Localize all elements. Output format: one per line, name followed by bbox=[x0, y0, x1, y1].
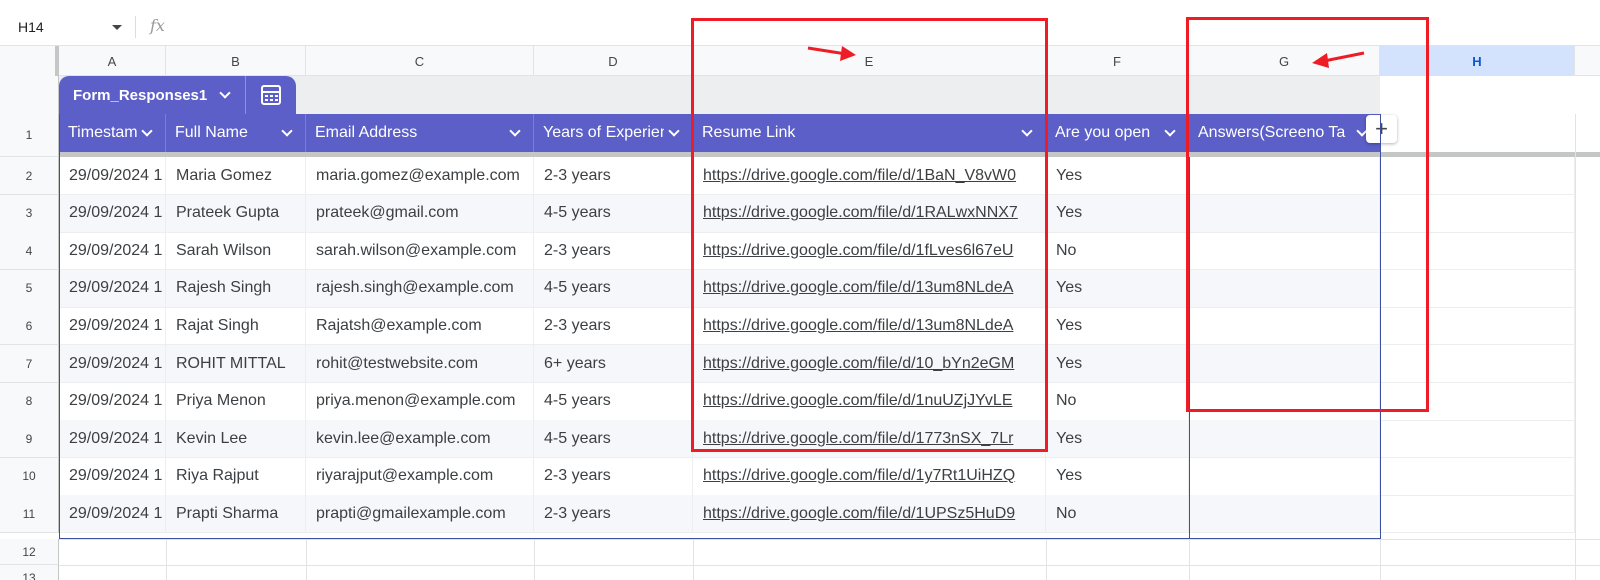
row-header-12[interactable]: 12 bbox=[0, 539, 59, 565]
row-header-13[interactable]: 13 bbox=[0, 565, 59, 580]
row-header-5[interactable]: 5 bbox=[0, 269, 59, 308]
gridline bbox=[166, 539, 167, 580]
gridline bbox=[59, 539, 1600, 540]
column-header-b[interactable]: B bbox=[166, 46, 306, 76]
annotation-box-column-e bbox=[691, 18, 1048, 452]
cell-empty[interactable] bbox=[1380, 495, 1575, 534]
gridline bbox=[306, 539, 307, 580]
calculator-icon[interactable] bbox=[246, 76, 296, 114]
fx-icon: fx bbox=[150, 16, 165, 35]
chevron-down-icon[interactable] bbox=[112, 24, 122, 30]
row-header-3[interactable]: 3 bbox=[0, 194, 59, 233]
row-header-8[interactable]: 8 bbox=[0, 382, 59, 421]
gridline bbox=[1380, 539, 1381, 580]
row-header-4[interactable]: 4 bbox=[0, 232, 59, 271]
gridline bbox=[1189, 539, 1190, 580]
row-header-2[interactable]: 2 bbox=[0, 157, 59, 195]
row-header-10[interactable]: 10 bbox=[0, 457, 59, 496]
cell-empty[interactable] bbox=[1380, 420, 1575, 459]
column-header-f[interactable]: F bbox=[1046, 46, 1189, 76]
column-header-c[interactable]: C bbox=[306, 46, 534, 76]
row-header-1[interactable]: 1 bbox=[0, 114, 59, 157]
gridline bbox=[693, 539, 694, 580]
gridline bbox=[59, 565, 1600, 566]
column-header-d[interactable]: D bbox=[534, 46, 693, 76]
formula-bar-divider bbox=[135, 16, 136, 38]
annotation-arrow-icon bbox=[807, 46, 856, 61]
table-name: Form_Responses1 bbox=[73, 86, 208, 104]
annotation-arrow-icon bbox=[1312, 51, 1365, 68]
row-header-9[interactable]: 9 bbox=[0, 420, 59, 459]
gridline bbox=[1046, 539, 1047, 580]
row-header-blank bbox=[0, 76, 59, 114]
row-header-11[interactable]: 11 bbox=[0, 495, 59, 534]
row-header-6[interactable]: 6 bbox=[0, 307, 59, 346]
table-name-tab[interactable]: Form_Responses1 bbox=[59, 76, 297, 114]
cell-empty[interactable] bbox=[1380, 457, 1575, 496]
row-header-7[interactable]: 7 bbox=[0, 345, 59, 383]
gridline bbox=[534, 539, 535, 580]
gridline bbox=[1575, 114, 1576, 580]
cell-reference: H14 bbox=[18, 19, 44, 35]
name-box[interactable]: H14 bbox=[10, 15, 128, 39]
select-all-corner[interactable] bbox=[0, 46, 59, 76]
column-header-a[interactable]: A bbox=[59, 46, 166, 76]
chevron-down-icon[interactable] bbox=[219, 87, 231, 99]
annotation-box-column-g bbox=[1186, 17, 1429, 412]
